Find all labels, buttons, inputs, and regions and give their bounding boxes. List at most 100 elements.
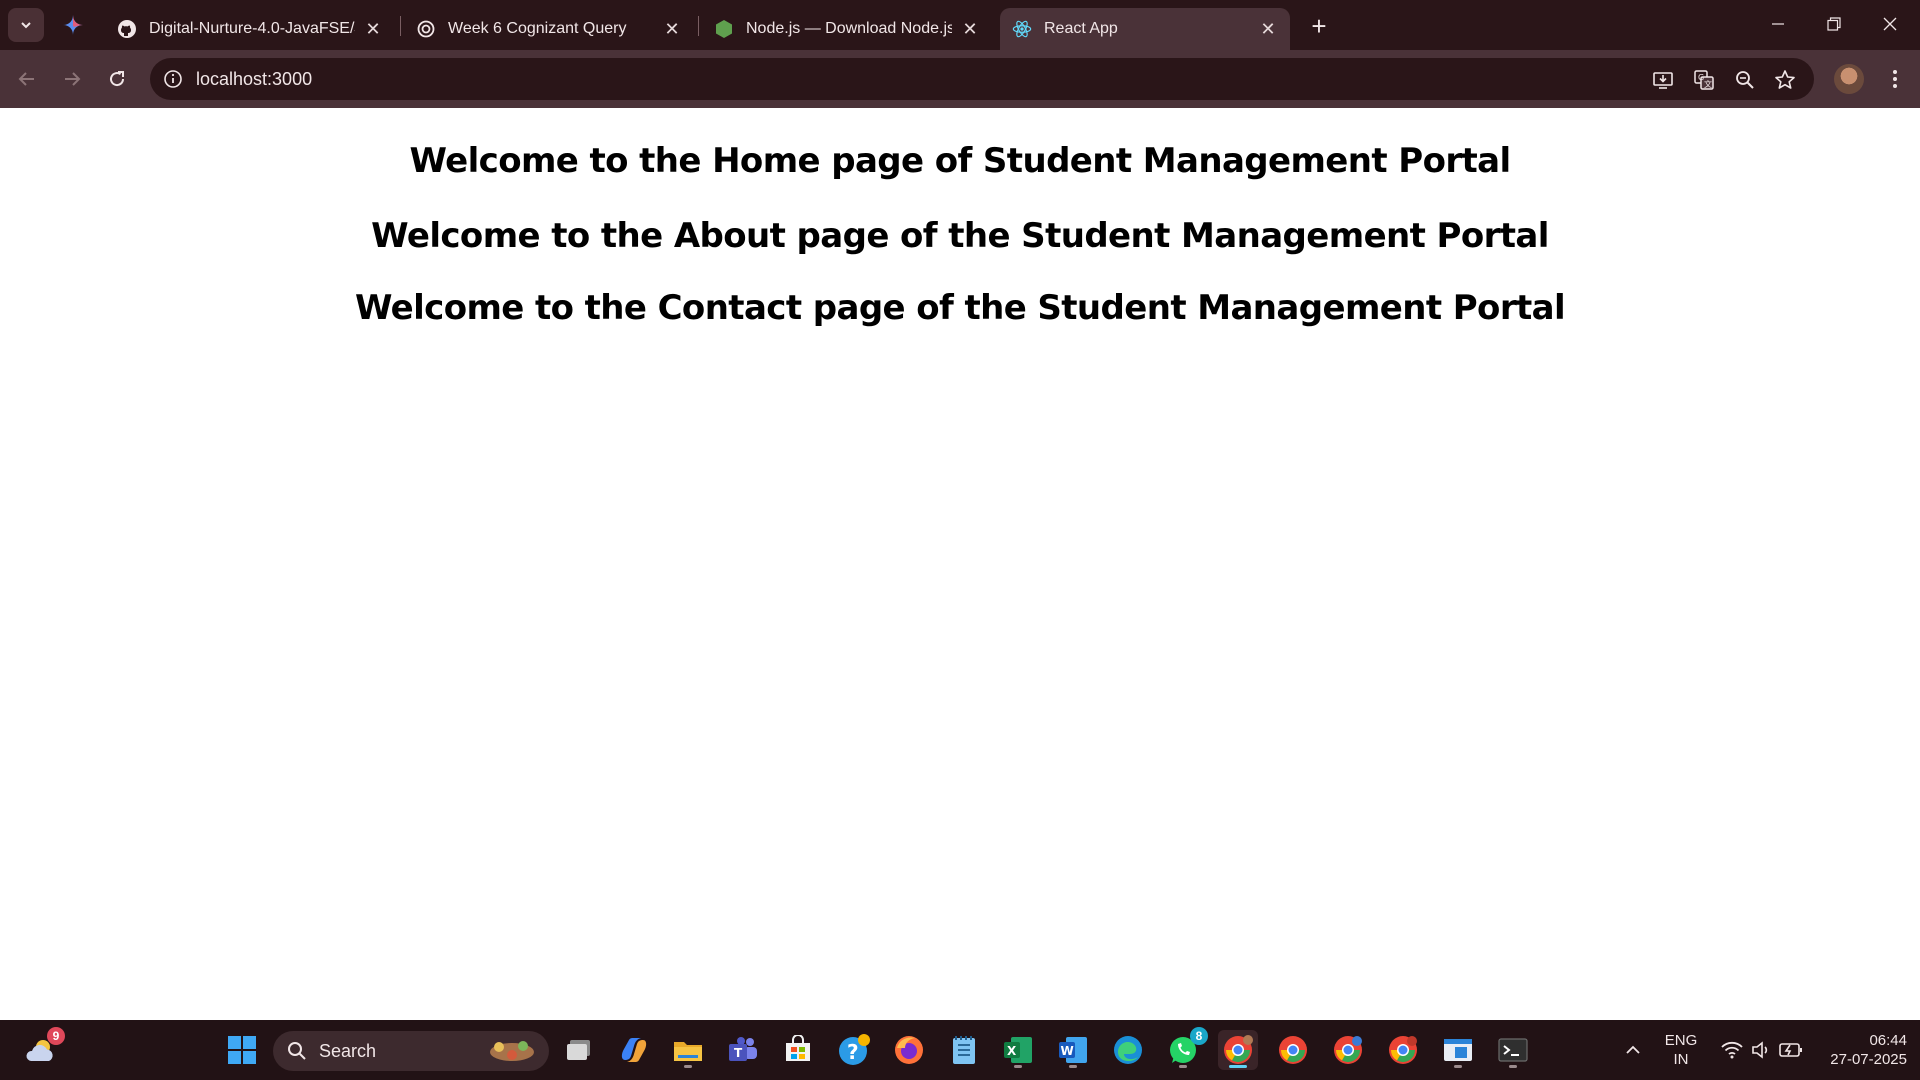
word-icon: W bbox=[1059, 1037, 1087, 1063]
close-tab-icon[interactable]: ✕ bbox=[1258, 19, 1278, 39]
new-tab-button[interactable]: + bbox=[1303, 10, 1335, 42]
minimize-button[interactable] bbox=[1750, 0, 1806, 48]
reload-button[interactable] bbox=[100, 62, 134, 96]
terminal-icon bbox=[1498, 1038, 1528, 1062]
contact-heading: Welcome to the Contact page of the Stude… bbox=[354, 288, 1566, 328]
chatgpt-icon bbox=[416, 19, 436, 39]
volume-icon bbox=[1752, 1041, 1768, 1059]
chrome-button[interactable] bbox=[1273, 1030, 1313, 1070]
window-app-icon bbox=[1444, 1039, 1472, 1061]
clock-date: 27-07-2025 bbox=[1830, 1051, 1907, 1068]
chrome-profile-r-button[interactable] bbox=[1328, 1030, 1368, 1070]
firefox-button[interactable] bbox=[889, 1030, 929, 1070]
site-info-icon[interactable] bbox=[160, 66, 186, 92]
install-app-icon[interactable] bbox=[1650, 67, 1676, 93]
forward-arrow-icon bbox=[65, 72, 81, 86]
github-icon bbox=[117, 19, 137, 39]
windows-taskbar: 9 Search T ? X W 8 ENG IN 06:44 27-07-20… bbox=[0, 1020, 1920, 1080]
language-code: ENG bbox=[1664, 1032, 1698, 1049]
show-hidden-icons-button[interactable] bbox=[1613, 1030, 1653, 1070]
tab-github[interactable]: Digital-Nurture-4.0-JavaFSE/Jav ✕ bbox=[105, 8, 395, 50]
get-help-button[interactable]: ? bbox=[834, 1030, 874, 1070]
chrome-profile-r-icon bbox=[1334, 1036, 1362, 1064]
tab-title: Digital-Nurture-4.0-JavaFSE/Jav bbox=[149, 20, 355, 37]
tab-react-app[interactable]: React App ✕ bbox=[1000, 8, 1290, 50]
excel-icon: X bbox=[1004, 1037, 1032, 1063]
home-heading: Welcome to the Home page of Student Mana… bbox=[409, 141, 1511, 181]
page-content: Welcome to the Home page of Student Mana… bbox=[0, 108, 1920, 1020]
chrome-profile-r2-icon bbox=[1389, 1036, 1417, 1064]
tab-nodejs[interactable]: Node.js — Download Node.js® ✕ bbox=[702, 8, 992, 50]
zoom-out-icon[interactable] bbox=[1732, 67, 1758, 93]
copilot-icon bbox=[621, 1038, 647, 1062]
about-heading: Welcome to the About page of the Student… bbox=[371, 216, 1549, 256]
restore-button[interactable] bbox=[1806, 0, 1862, 48]
quick-settings-button[interactable] bbox=[1712, 1030, 1812, 1070]
task-view-button[interactable] bbox=[559, 1030, 599, 1070]
tab-strip: Digital-Nurture-4.0-JavaFSE/Jav ✕ Week 6… bbox=[0, 0, 1920, 50]
tab-title: React App bbox=[1044, 20, 1118, 37]
translate-icon[interactable]: G文 bbox=[1691, 67, 1717, 93]
nodejs-icon bbox=[714, 19, 734, 39]
notepad-button[interactable] bbox=[944, 1030, 984, 1070]
svg-text:T: T bbox=[734, 1046, 743, 1060]
bookmark-star-icon[interactable] bbox=[1772, 67, 1798, 93]
file-explorer-button[interactable] bbox=[668, 1030, 708, 1070]
tab-separator bbox=[698, 16, 699, 36]
chrome-profile-r2-button[interactable] bbox=[1383, 1030, 1423, 1070]
back-arrow-icon bbox=[18, 72, 34, 86]
edge-button[interactable] bbox=[1108, 1030, 1148, 1070]
browser-menu-button[interactable] bbox=[1882, 62, 1908, 96]
store-icon bbox=[786, 1035, 810, 1061]
folder-icon bbox=[674, 1042, 702, 1061]
react-icon bbox=[1012, 19, 1032, 39]
gemini-icon bbox=[63, 15, 83, 35]
whatsapp-button[interactable]: 8 bbox=[1163, 1027, 1208, 1070]
close-window-button[interactable] bbox=[1862, 0, 1918, 48]
word-button[interactable]: W bbox=[1053, 1030, 1093, 1070]
search-label: Search bbox=[319, 1041, 377, 1061]
url-text[interactable]: localhost:3000 bbox=[196, 69, 312, 90]
microsoft-store-button[interactable] bbox=[778, 1030, 818, 1070]
svg-text:?: ? bbox=[847, 1040, 859, 1064]
close-tab-icon[interactable]: ✕ bbox=[662, 19, 682, 39]
taskbar-search[interactable]: Search bbox=[273, 1031, 549, 1071]
tab-separator bbox=[400, 16, 401, 36]
clock-time: 06:44 bbox=[1869, 1032, 1907, 1049]
teams-button[interactable]: T bbox=[723, 1030, 763, 1070]
gemini-button[interactable] bbox=[58, 10, 88, 40]
chrome-button-active[interactable] bbox=[1218, 1030, 1258, 1070]
start-button[interactable] bbox=[222, 1030, 262, 1070]
region-code: IN bbox=[1673, 1051, 1689, 1068]
more-vertical-icon bbox=[1893, 70, 1897, 88]
close-tab-icon[interactable]: ✕ bbox=[960, 19, 980, 39]
terminal-button[interactable] bbox=[1493, 1030, 1533, 1070]
tab-title: Node.js — Download Node.js® bbox=[746, 20, 952, 37]
address-bar[interactable]: localhost:3000 G文 bbox=[150, 58, 1814, 100]
remote-desktop-button[interactable] bbox=[1438, 1030, 1478, 1070]
help-icon: ? bbox=[839, 1034, 870, 1065]
restore-icon bbox=[1827, 17, 1841, 31]
excel-button[interactable]: X bbox=[998, 1030, 1038, 1070]
wifi-icon bbox=[1721, 1041, 1743, 1059]
profile-avatar[interactable] bbox=[1834, 64, 1864, 94]
tab-search-button[interactable] bbox=[8, 8, 44, 42]
tab-week6-query[interactable]: Week 6 Cognizant Query ✕ bbox=[404, 8, 694, 50]
notepad-icon bbox=[953, 1036, 975, 1064]
clock[interactable]: 06:44 27-07-2025 bbox=[1815, 1031, 1907, 1069]
weather-widget[interactable]: 9 bbox=[20, 1027, 65, 1070]
tab-title: Week 6 Cognizant Query bbox=[448, 20, 627, 37]
reload-icon bbox=[110, 71, 125, 87]
windows-logo-icon bbox=[228, 1036, 256, 1064]
svg-text:文: 文 bbox=[1704, 79, 1712, 89]
svg-text:X: X bbox=[1007, 1044, 1017, 1058]
browser-toolbar: localhost:3000 G文 bbox=[0, 50, 1920, 108]
search-icon bbox=[288, 1042, 306, 1060]
copilot-button[interactable] bbox=[614, 1030, 654, 1070]
chrome-icon bbox=[1279, 1036, 1307, 1064]
firefox-icon bbox=[895, 1036, 923, 1064]
forward-button[interactable] bbox=[55, 62, 89, 96]
language-indicator[interactable]: ENG IN bbox=[1658, 1031, 1704, 1069]
close-tab-icon[interactable]: ✕ bbox=[363, 19, 383, 39]
back-button[interactable] bbox=[10, 62, 44, 96]
